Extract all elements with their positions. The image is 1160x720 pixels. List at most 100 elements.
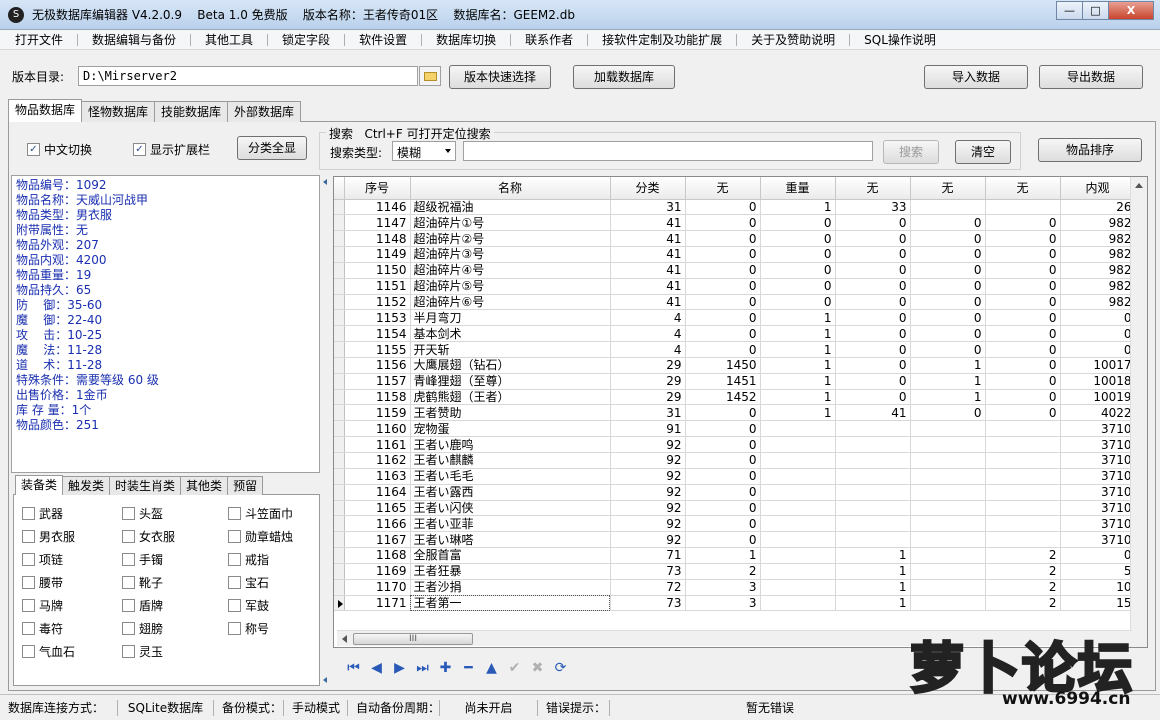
table-cell[interactable]: 3 (685, 595, 761, 612)
category-male-clothes[interactable]: 男衣服 (22, 528, 75, 545)
clear-button[interactable]: 清空 (955, 140, 1011, 164)
category-necklace[interactable]: 项链 (22, 551, 63, 568)
table-cell[interactable]: 王者赞助 (410, 404, 611, 422)
table-cell[interactable]: 0 (835, 341, 911, 358)
table-cell[interactable] (910, 199, 986, 216)
table-row[interactable]: 1165 王者い闪侠 92 0 3710 (334, 500, 1136, 517)
table-cell[interactable]: 1167 (344, 531, 411, 549)
table-cell[interactable]: 5 (1060, 563, 1136, 580)
table-cell[interactable]: 王者い鹿鸣 (410, 436, 611, 453)
table-cell[interactable] (985, 452, 1061, 469)
table-cell[interactable]: 1450 (685, 357, 761, 374)
table-cell[interactable] (910, 595, 986, 612)
table-cell[interactable]: 0 (985, 278, 1061, 295)
table-cell[interactable]: 王者い麒麟 (410, 452, 611, 469)
column-header[interactable]: 分类 (610, 177, 686, 200)
table-row[interactable]: 1146 超级祝福油 31 0 1 33 26 (334, 199, 1136, 216)
table-cell[interactable]: 1 (760, 309, 836, 327)
table-cell[interactable]: 0 (910, 262, 986, 279)
table-row[interactable]: 1158 虎鹤熊翅（王者） 29 1452 1 0 1 0 10019 (334, 389, 1136, 406)
table-cell[interactable]: 0 (985, 325, 1061, 343)
table-cell[interactable]: 1 (760, 373, 836, 390)
table-row[interactable]: 1148 超油碎片②号 41 0 0 0 0 0 982 (334, 230, 1136, 248)
search-button[interactable]: 搜索 (883, 140, 939, 164)
menu-other-tools[interactable]: 其他工具 (190, 30, 267, 50)
table-cell[interactable]: 0 (1060, 341, 1136, 358)
search-input[interactable] (463, 141, 873, 161)
table-row[interactable]: 1170 王者沙捐 72 3 1 2 10 (334, 579, 1136, 596)
table-row[interactable]: 1149 超油碎片③号 41 0 0 0 0 0 982 (334, 246, 1136, 263)
category-gem[interactable]: 宝石 (228, 574, 269, 591)
tab-fashion-zodiac[interactable]: 时装生肖类 (109, 476, 182, 495)
table-cell[interactable]: 92 (610, 468, 686, 485)
table-cell[interactable]: 青峰狸翅（至尊） (410, 373, 611, 390)
table-cell[interactable] (760, 500, 836, 517)
table-cell[interactable]: 1151 (344, 278, 411, 295)
post-record-icon[interactable]: ✔ (503, 657, 526, 679)
table-cell[interactable]: 王者い露西 (410, 484, 611, 501)
table-cell[interactable]: 41 (610, 262, 686, 279)
table-cell[interactable]: 2 (985, 563, 1061, 580)
table-cell[interactable]: 3710 (1060, 515, 1136, 533)
table-cell[interactable]: 0 (685, 452, 761, 469)
table-cell[interactable]: 0 (835, 325, 911, 343)
table-cell[interactable]: 超油碎片⑥号 (410, 294, 611, 311)
show-all-categories-button[interactable]: 分类全显 (237, 136, 307, 160)
table-cell[interactable]: 0 (985, 404, 1061, 422)
table-cell[interactable]: 1 (835, 595, 911, 612)
table-cell[interactable]: 982 (1060, 262, 1136, 279)
table-cell[interactable]: 92 (610, 515, 686, 533)
table-cell[interactable] (760, 531, 836, 549)
table-cell[interactable]: 92 (610, 500, 686, 517)
table-cell[interactable] (835, 468, 911, 485)
table-cell[interactable]: 0 (685, 468, 761, 485)
table-cell[interactable]: 73 (610, 595, 686, 612)
table-cell[interactable]: 26 (1060, 199, 1136, 216)
menu-open-file[interactable]: 打开文件 (0, 30, 77, 50)
table-cell[interactable]: 0 (835, 389, 911, 406)
table-cell[interactable]: 0 (835, 214, 911, 232)
menu-customization[interactable]: 接软件定制及功能扩展 (587, 30, 736, 50)
table-cell[interactable]: 92 (610, 531, 686, 549)
row-indicator[interactable] (334, 515, 345, 533)
last-record-icon[interactable]: ⏭ (411, 657, 434, 679)
table-cell[interactable]: 王者沙捐 (410, 579, 611, 596)
delete-record-icon[interactable]: ━ (457, 657, 480, 679)
item-sort-button[interactable]: 物品排序 (1038, 138, 1142, 162)
table-cell[interactable] (985, 199, 1061, 216)
edit-record-icon[interactable]: ▲ (480, 657, 503, 679)
table-cell[interactable]: 王者い亚菲 (410, 515, 611, 533)
table-cell[interactable]: 1170 (344, 579, 411, 596)
row-indicator[interactable] (334, 579, 345, 596)
table-cell[interactable] (985, 515, 1061, 533)
category-bracelet[interactable]: 手镯 (122, 551, 163, 568)
table-cell[interactable]: 0 (685, 199, 761, 216)
table-row[interactable]: 1152 超油碎片⑥号 41 0 0 0 0 0 982 (334, 294, 1136, 311)
table-cell[interactable] (910, 547, 986, 564)
table-cell[interactable] (910, 500, 986, 517)
table-cell[interactable]: 1166 (344, 515, 411, 533)
table-cell[interactable]: 0 (985, 294, 1061, 311)
table-cell[interactable]: 0 (760, 214, 836, 232)
table-row[interactable]: 1161 王者い鹿鸣 92 0 3710 (334, 436, 1136, 453)
row-indicator[interactable] (334, 404, 345, 422)
table-cell[interactable] (910, 531, 986, 549)
table-cell[interactable]: 0 (985, 309, 1061, 327)
table-cell[interactable]: 0 (985, 262, 1061, 279)
tab-skill-database[interactable]: 技能数据库 (154, 101, 229, 122)
table-row[interactable]: 1147 超油碎片①号 41 0 0 0 0 0 982 (334, 214, 1136, 232)
table-row[interactable]: 1162 王者い麒麟 92 0 3710 (334, 452, 1136, 469)
table-row[interactable]: 1167 王者い琳嗒 92 0 3710 (334, 531, 1136, 549)
table-cell[interactable]: 1159 (344, 404, 411, 422)
tab-reserved[interactable]: 预留 (227, 476, 264, 495)
table-cell[interactable]: 1 (760, 341, 836, 358)
table-cell[interactable]: 92 (610, 452, 686, 469)
category-weapon[interactable]: 武器 (22, 505, 63, 522)
table-cell[interactable] (760, 515, 836, 533)
table-cell[interactable]: 0 (985, 357, 1061, 374)
table-cell[interactable] (835, 484, 911, 501)
table-row[interactable]: 1155 开天斩 4 0 1 0 0 0 0 (334, 341, 1136, 358)
table-cell[interactable]: 王者第一 (410, 595, 611, 612)
table-cell[interactable]: 0 (835, 278, 911, 295)
table-cell[interactable]: 29 (610, 373, 686, 390)
